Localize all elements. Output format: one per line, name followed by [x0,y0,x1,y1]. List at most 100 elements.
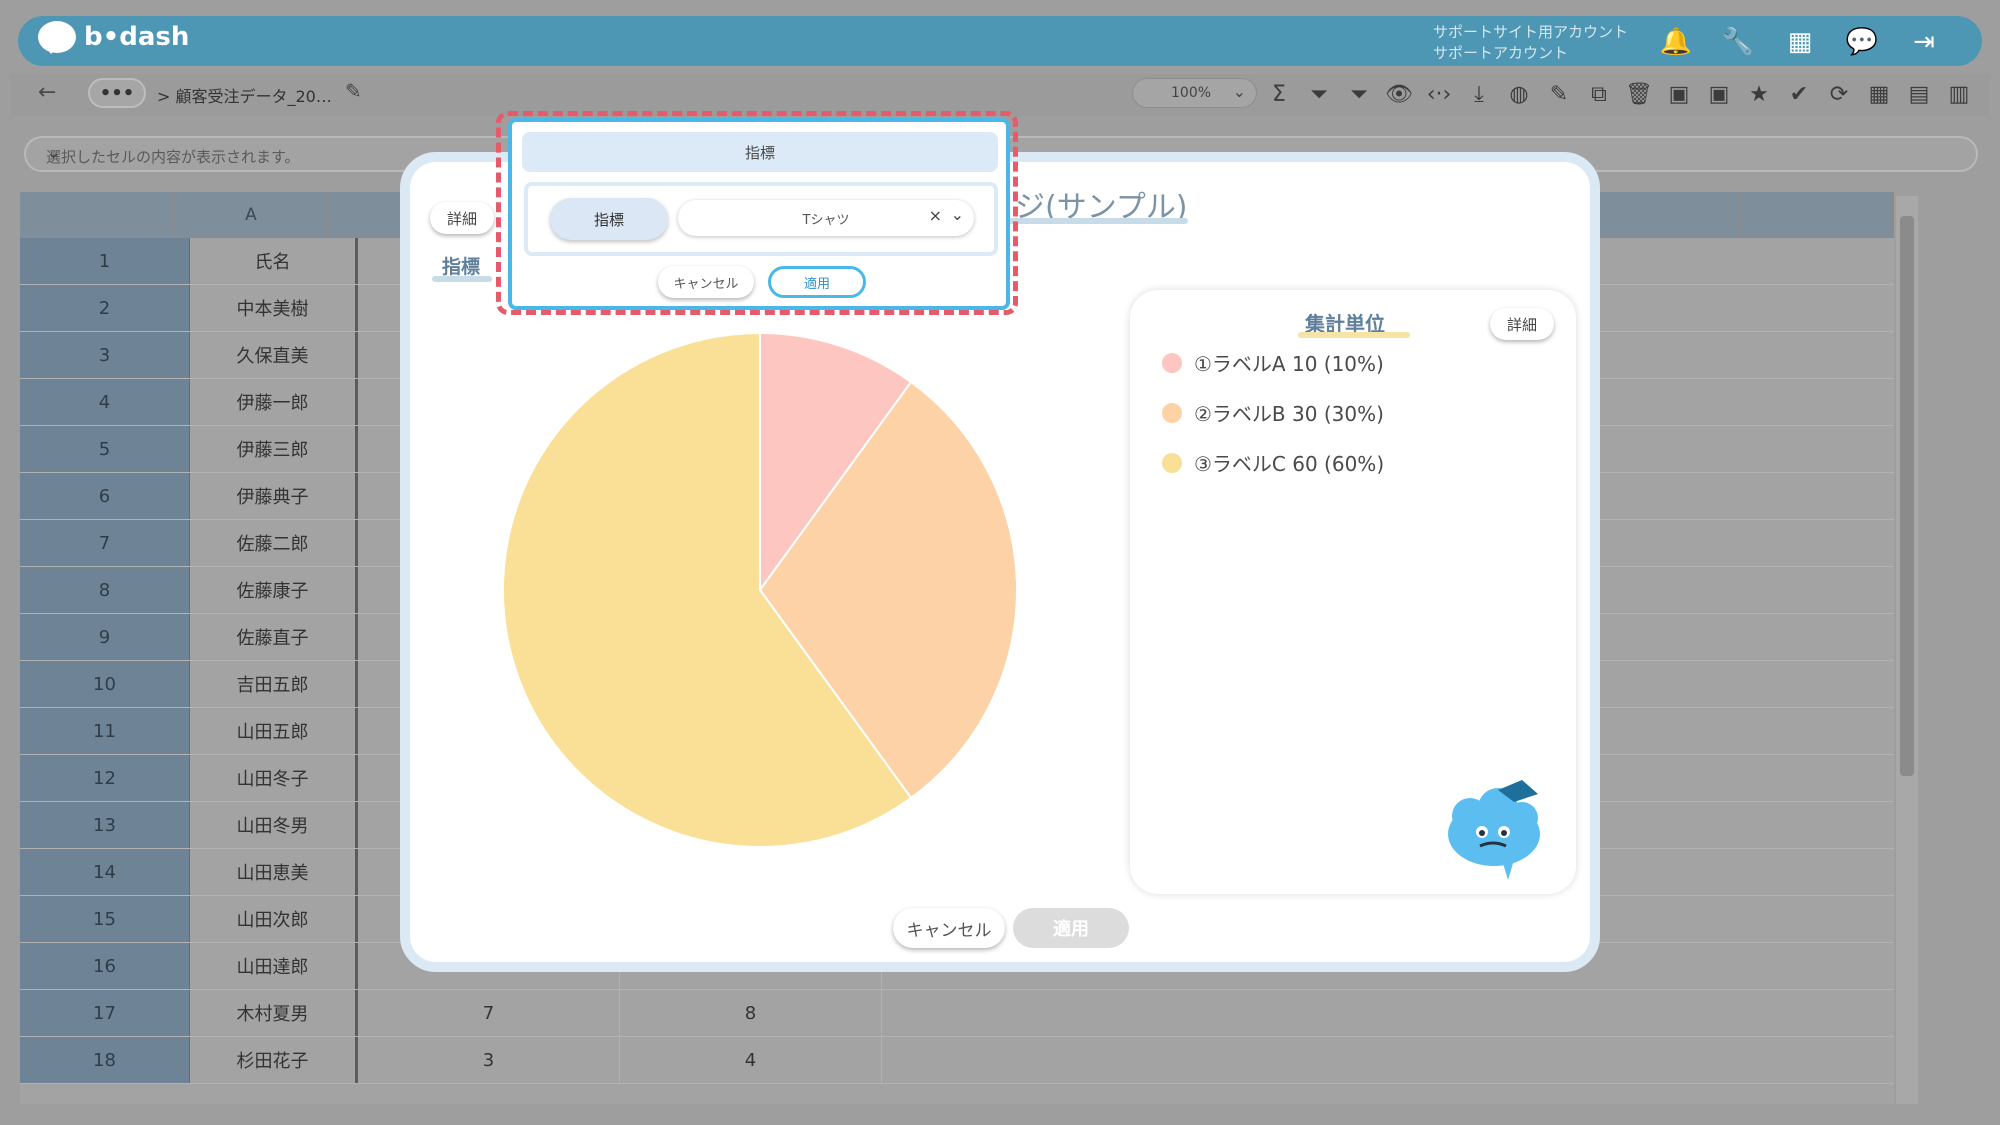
row-number[interactable]: 5 [20,426,190,472]
row-number[interactable]: 13 [20,802,190,848]
clear-icon[interactable]: × [929,206,942,225]
zoom-value: 100% [1171,85,1212,101]
modal-cancel-button[interactable]: キャンセル [893,908,1005,948]
cell-name[interactable]: 山田五郎 [190,708,358,754]
calendar-icon[interactable]: ▦ [1863,78,1895,110]
scrollbar-thumb[interactable] [1900,216,1914,776]
cell[interactable]: 8 [620,990,882,1036]
eye-icon[interactable]: 👁 [1383,78,1415,110]
popover-apply-button[interactable]: 適用 [768,266,866,298]
more-button[interactable]: ••• [88,78,146,108]
cell-name[interactable]: 山田次郎 [190,896,358,942]
table-row: 17 木村夏男 7 8 [20,990,1894,1037]
trash-icon[interactable]: 🗑 [1623,78,1655,110]
cell-name[interactable]: 山田達郎 [190,943,358,989]
copy-icon[interactable]: ⧉ [1583,78,1615,110]
row-number[interactable]: 7 [20,520,190,566]
cell-name[interactable]: 吉田五郎 [190,661,358,707]
download-icon[interactable]: ⤓ [1463,78,1495,110]
apps-grid-icon[interactable]: ▦ [1782,24,1818,60]
wrench-icon[interactable]: 🔧 [1720,24,1756,60]
document-icon[interactable]: ▤ [1903,78,1935,110]
detail-button[interactable]: 詳細 [430,202,494,234]
cell-name[interactable]: 山田冬子 [190,755,358,801]
row-number[interactable]: 14 [20,849,190,895]
cell-name[interactable]: 木村夏男 [190,990,358,1036]
column-header[interactable] [1739,192,1894,238]
row-number[interactable]: 9 [20,614,190,660]
indicator-field-label[interactable]: 指標 [550,198,668,240]
row-number[interactable]: 16 [20,943,190,989]
row-number[interactable]: 12 [20,755,190,801]
indicator-select[interactable]: Tシャツ × ⌄ [678,200,974,236]
back-arrow-icon[interactable]: ← [38,80,56,105]
cell-name[interactable]: 佐藤直子 [190,614,358,660]
indicator-underline [432,276,492,282]
zoom-select[interactable]: 100% ⌄ [1132,78,1257,108]
brain-mascot-icon [1448,780,1540,880]
cell-name[interactable]: 伊藤典子 [190,473,358,519]
legend-swatch [1162,402,1182,423]
popover-cancel-button[interactable]: キャンセル [658,266,754,298]
row-number[interactable]: 10 [20,661,190,707]
cell-name[interactable]: 杉田花子 [190,1037,358,1083]
star-icon[interactable]: ★ [1743,78,1775,110]
row-number[interactable]: 18 [20,1037,190,1083]
user-check-icon[interactable]: ✔ [1783,78,1815,110]
filter-icon[interactable]: ⏷ [1343,78,1375,110]
account-line-2: サポートアカウント [1433,44,1569,62]
legend-item[interactable]: ①ラベルA 10 (10%) [1162,348,1384,377]
chevron-down-icon: ⌄ [1232,82,1246,101]
row-number[interactable]: 15 [20,896,190,942]
edit-square-icon[interactable]: ✎ [1543,78,1575,110]
cell-name[interactable]: 佐藤康子 [190,567,358,613]
refresh-icon[interactable]: ⟳ [1823,78,1855,110]
legend-item[interactable]: ②ラベルB 30 (30%) [1162,398,1384,427]
chevron-down-icon[interactable]: ⌄ [951,205,964,224]
archive-icon[interactable]: ▣ [1663,78,1695,110]
column-header[interactable] [1583,192,1739,238]
indicator-popover: 指標 指標 Tシャツ × ⌄ キャンセル 適用 [508,118,1010,310]
legend-title-underline [1298,332,1410,338]
column-header[interactable] [20,192,176,238]
row-number[interactable]: 4 [20,379,190,425]
cell-name[interactable]: 佐藤二郎 [190,520,358,566]
legend-label: ②ラベルB 30 (30%) [1194,402,1384,426]
row-number[interactable]: 2 [20,285,190,331]
modal-apply-button[interactable]: 適用 [1013,908,1129,948]
account-info[interactable]: サポートサイト用アカウント サポートアカウント [1433,22,1628,64]
row-number[interactable]: 3 [20,332,190,378]
chat-badge-icon[interactable]: 💬 [1844,24,1880,60]
legend-item[interactable]: ③ラベルC 60 (60%) [1162,448,1384,477]
cell[interactable]: 7 [358,990,620,1036]
row-number[interactable]: 11 [20,708,190,754]
column-header[interactable]: A [175,192,329,238]
chart-icon[interactable]: ◍ [1503,78,1535,110]
bell-icon[interactable]: 🔔 [1658,24,1694,60]
rename-pencil-icon[interactable]: ✎ [345,79,362,103]
cell-name[interactable]: 氏名 [190,238,358,284]
legend-detail-button[interactable]: 詳細 [1490,308,1554,340]
cell-name[interactable]: 中本美樹 [190,285,358,331]
cell-name[interactable]: 伊藤一郎 [190,379,358,425]
cell[interactable]: 3 [358,1037,620,1083]
row-number[interactable]: 17 [20,990,190,1036]
sum-icon[interactable]: Σ [1263,78,1295,110]
code-icon[interactable]: ‹·› [1423,78,1455,110]
logo-text: b•dash [84,22,190,52]
brand-logo[interactable]: b•dash [38,21,190,54]
logout-icon[interactable]: ⇥ [1906,24,1942,60]
cell-name[interactable]: 久保直美 [190,332,358,378]
row-number[interactable]: 1 [20,238,190,284]
row-number[interactable]: 6 [20,473,190,519]
cell[interactable]: 4 [620,1037,882,1083]
cell-name[interactable]: 山田冬男 [190,802,358,848]
cell-name[interactable]: 伊藤三郎 [190,426,358,472]
row-number[interactable]: 8 [20,567,190,613]
clipboard-icon[interactable]: ▥ [1943,78,1975,110]
breadcrumb[interactable]: > 顧客受注データ_20… [157,83,332,107]
archive-disabled-icon[interactable]: ▣ [1703,78,1735,110]
vertical-scrollbar[interactable] [1896,196,1918,1104]
filter-plus-icon[interactable]: ⏷ [1303,78,1335,110]
cell-name[interactable]: 山田恵美 [190,849,358,895]
